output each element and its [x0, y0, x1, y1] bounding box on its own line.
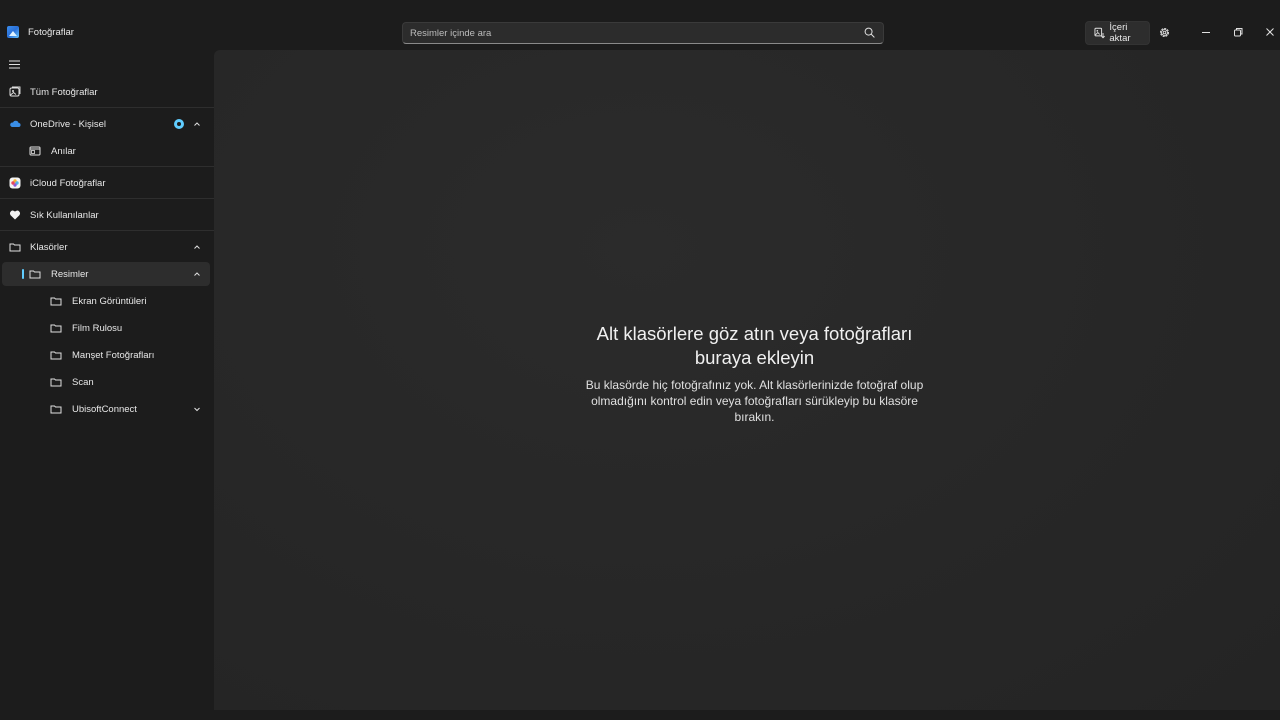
sidebar-item-label: Scan: [72, 376, 94, 388]
sidebar: Tüm Fotoğraflar OneDrive - Kişisel Anıla…: [0, 50, 214, 720]
sidebar-item-screenshots[interactable]: Ekran Görüntüleri: [2, 289, 210, 313]
sidebar-item-label: Tüm Fotoğraflar: [30, 86, 98, 98]
folder-icon: [29, 270, 41, 279]
sync-status-icon: [174, 119, 184, 129]
import-button-label: İçeri aktar: [1109, 22, 1131, 44]
chevron-down-icon[interactable]: [193, 405, 201, 413]
sidebar-item-label: Sık Kullanılanlar: [30, 209, 99, 221]
divider: [0, 198, 214, 199]
chevron-up-icon[interactable]: [193, 120, 201, 128]
sidebar-item-label: OneDrive - Kişisel: [30, 118, 107, 130]
onedrive-cloud-icon: [10, 120, 21, 128]
import-button[interactable]: İçeri aktar: [1085, 21, 1150, 45]
empty-state-description: Bu klasörde hiç fotoğrafınız yok. Alt kl…: [585, 378, 924, 424]
sidebar-item-label: Manşet Fotoğrafları: [72, 349, 155, 361]
restore-icon[interactable]: [1232, 26, 1244, 38]
sidebar-item-label: Anılar: [51, 145, 76, 157]
sidebar-item-folders[interactable]: Klasörler: [2, 235, 210, 259]
folder-icon: [9, 243, 21, 252]
divider: [0, 107, 214, 108]
icloud-photos-icon: [9, 177, 21, 189]
sidebar-item-icloud-photos[interactable]: iCloud Fotoğraflar: [2, 171, 210, 195]
sidebar-item-ubisoftconnect[interactable]: UbisoftConnect: [2, 397, 210, 421]
title-bar: Fotoğraflar İçeri aktar: [0, 0, 1280, 50]
empty-state-title: Alt klasörlere göz atın veya fotoğraflar…: [596, 323, 913, 368]
selection-indicator: [22, 269, 24, 279]
sidebar-item-label: UbisoftConnect: [72, 403, 137, 415]
divider: [0, 230, 214, 231]
sidebar-item-camera-roll[interactable]: Film Rulosu: [2, 316, 210, 340]
sidebar-item-all-photos[interactable]: Tüm Fotoğraflar: [2, 80, 210, 104]
photos-app-icon: [7, 26, 19, 38]
folder-icon: [50, 378, 62, 387]
close-icon[interactable]: [1264, 26, 1276, 38]
sidebar-item-onedrive[interactable]: OneDrive - Kişisel: [2, 112, 210, 136]
sidebar-item-label: iCloud Fotoğraflar: [30, 177, 106, 189]
chevron-up-icon[interactable]: [193, 243, 201, 251]
search-icon[interactable]: [864, 27, 875, 38]
minimize-icon[interactable]: [1200, 26, 1212, 38]
hamburger-menu-icon[interactable]: [8, 59, 21, 70]
folder-icon: [50, 324, 62, 333]
sidebar-item-favorites[interactable]: Sık Kullanılanlar: [2, 203, 210, 227]
divider: [0, 166, 214, 167]
sidebar-item-label: Resimler: [51, 268, 89, 280]
folder-icon: [50, 297, 62, 306]
folder-icon: [50, 351, 62, 360]
sidebar-item-scan[interactable]: Scan: [2, 370, 210, 394]
import-icon: [1094, 27, 1105, 39]
sidebar-item-pictures[interactable]: Resimler: [2, 262, 210, 286]
sidebar-item-memories[interactable]: Anılar: [2, 139, 210, 163]
search-input[interactable]: [402, 22, 884, 44]
folder-icon: [50, 405, 62, 414]
memories-icon: [29, 146, 41, 156]
photos-icon: [9, 86, 21, 97]
sidebar-item-label: Film Rulosu: [72, 322, 123, 334]
main-content: Alt klasörlere göz atın veya fotoğraflar…: [214, 50, 1280, 710]
sidebar-item-label: Ekran Görüntüleri: [72, 295, 147, 307]
sidebar-item-label: Klasörler: [30, 241, 68, 253]
gear-icon[interactable]: [1158, 26, 1171, 39]
heart-icon: [9, 210, 21, 220]
sidebar-item-spotlight-photos[interactable]: Manşet Fotoğrafları: [2, 343, 210, 367]
app-title: Fotoğraflar: [28, 27, 74, 38]
chevron-up-icon[interactable]: [193, 270, 201, 278]
